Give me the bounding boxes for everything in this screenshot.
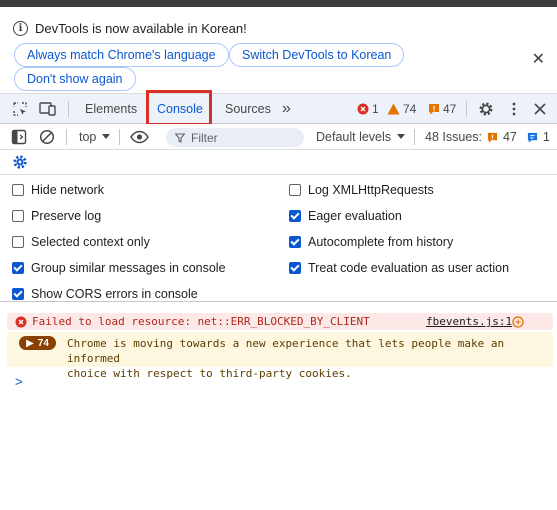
preserve-log-checkbox[interactable]: Preserve log <box>12 209 101 223</box>
tab-sources[interactable]: Sources <box>225 94 271 124</box>
checkbox-label: Group similar messages in console <box>31 261 226 275</box>
warning-message-line: Chrome is moving towards a new experienc… <box>67 337 505 365</box>
chevron-down-icon <box>102 134 111 139</box>
info-icon: i <box>13 21 28 36</box>
console-settings-panel: Hide network Preserve log Selected conte… <box>0 175 557 302</box>
issues-info-count: 1 <box>542 130 550 144</box>
checkbox[interactable] <box>12 184 24 196</box>
hide-network-checkbox[interactable]: Hide network <box>12 183 104 197</box>
checkbox-checked[interactable] <box>289 262 301 274</box>
console-input-area[interactable] <box>0 495 557 510</box>
warning-message-text: Chrome is moving towards a new experienc… <box>67 336 553 381</box>
console-settings-row <box>0 150 557 175</box>
sidebar-toggle-icon[interactable] <box>11 129 27 145</box>
issues-counter[interactable]: 47 <box>428 102 456 116</box>
infobar-close-icon[interactable]: ✕ <box>532 49 545 69</box>
switch-devtools-korean-button[interactable]: Switch DevTools to Korean <box>229 43 405 67</box>
console-warning-group[interactable]: ▶ 74 Chrome is moving towards a new expe… <box>7 332 553 380</box>
inspect-element-icon[interactable] <box>12 101 28 117</box>
filter-icon <box>175 132 185 143</box>
devtools-tabbar: Elements Console Sources » 1 74 47 <box>0 90 557 126</box>
checkbox-checked[interactable] <box>12 288 24 300</box>
live-expression-eye-icon[interactable] <box>130 129 149 145</box>
group-similar-checkbox[interactable]: Group similar messages in console <box>12 261 226 275</box>
info-message-icon <box>527 132 537 143</box>
log-xmlhttprequests-checkbox[interactable]: Log XMLHttpRequests <box>289 183 434 197</box>
console-error-message[interactable]: Failed to load resource: net::ERR_BLOCKE… <box>7 313 553 330</box>
console-toolbar: top Filter Default levels 48 Issues: 47 … <box>0 124 557 150</box>
clear-console-icon[interactable] <box>39 129 55 145</box>
issues-count: 47 <box>443 102 457 116</box>
warning-count: 74 <box>403 102 417 116</box>
chevron-down-icon <box>397 134 406 139</box>
more-tabs-icon[interactable]: » <box>282 94 291 124</box>
toolbar-divider <box>119 129 120 145</box>
checkbox-label: Preserve log <box>31 209 102 223</box>
console-filter-input[interactable]: Filter <box>166 128 304 147</box>
issues-label: 48 Issues: <box>425 130 482 144</box>
tabbar-divider <box>68 101 69 117</box>
checkbox-label: Log XMLHttpRequests <box>308 183 434 197</box>
dont-show-again-button[interactable]: Don't show again <box>14 67 136 91</box>
console-settings-gear-icon[interactable] <box>12 154 28 173</box>
checkbox-checked[interactable] <box>289 210 301 222</box>
checkbox-label: Show CORS errors in console <box>31 287 198 301</box>
issue-flag-icon <box>487 132 498 143</box>
show-cors-errors-checkbox[interactable]: Show CORS errors in console <box>12 287 198 301</box>
filter-placeholder: Filter <box>191 130 218 145</box>
console-prompt-chevron-icon[interactable]: > <box>15 374 23 389</box>
checkbox[interactable] <box>12 236 24 248</box>
checkbox-label: Eager evaluation <box>308 209 402 223</box>
checkbox-label: Selected context only <box>31 235 150 249</box>
language-infobar: i DevTools is now available in Korean! ✕… <box>0 7 557 94</box>
error-source-link[interactable]: fbevents.js:1 <box>426 315 512 328</box>
warning-icon <box>387 103 400 115</box>
warning-counter[interactable]: 74 <box>387 102 416 116</box>
checkbox[interactable] <box>12 210 24 222</box>
checkbox-label: Hide network <box>31 183 104 197</box>
error-icon <box>15 316 27 327</box>
checkbox-label: Autocomplete from history <box>308 235 454 249</box>
autocomplete-history-checkbox[interactable]: Autocomplete from history <box>289 235 453 249</box>
checkbox[interactable] <box>289 184 301 196</box>
expand-triangle-icon: ▶ <box>26 337 34 349</box>
tab-elements[interactable]: Elements <box>85 94 137 124</box>
close-devtools-icon[interactable] <box>532 101 548 117</box>
issue-flag-icon <box>429 104 439 115</box>
context-selector[interactable]: top <box>79 130 111 144</box>
window-top-bar <box>0 0 557 7</box>
error-message-text: Failed to load resource: net::ERR_BLOCKE… <box>32 315 370 328</box>
error-icon <box>357 103 369 115</box>
device-toolbar-icon[interactable] <box>39 101 56 117</box>
log-levels-dropdown[interactable]: Default levels <box>316 130 406 144</box>
checkbox-checked[interactable] <box>289 236 301 248</box>
issues-warn-count: 47 <box>502 130 517 144</box>
treat-code-evaluation-checkbox[interactable]: Treat code evaluation as user action <box>289 261 509 275</box>
checkbox-checked[interactable] <box>12 262 24 274</box>
checkbox-label: Treat code evaluation as user action <box>308 261 510 275</box>
tabbar-divider-2 <box>466 101 467 117</box>
error-count: 1 <box>372 102 379 116</box>
log-levels-label: Default levels <box>316 130 392 144</box>
warning-repeat-badge[interactable]: ▶ 74 <box>19 336 56 350</box>
infobar-message-row: i DevTools is now available in Korean! <box>13 21 247 36</box>
infobar-message: DevTools is now available in Korean! <box>35 21 247 36</box>
issues-link[interactable]: 48 Issues: 47 1 <box>425 130 550 144</box>
eager-evaluation-checkbox[interactable]: Eager evaluation <box>289 209 402 223</box>
blocked-request-icon[interactable] <box>512 315 524 328</box>
settings-gear-icon[interactable] <box>478 101 494 117</box>
console-tab-highlight <box>146 90 212 126</box>
error-counter[interactable]: 1 <box>357 102 379 116</box>
warning-repeat-count: 74 <box>37 337 49 349</box>
toolbar-divider <box>66 129 67 145</box>
more-options-icon[interactable] <box>506 101 522 117</box>
always-match-language-button[interactable]: Always match Chrome's language <box>14 43 229 67</box>
selected-context-only-checkbox[interactable]: Selected context only <box>12 235 150 249</box>
toolbar-divider <box>414 129 415 145</box>
warning-message-line: choice with respect to third-party cooki… <box>67 367 352 380</box>
context-selector-label: top <box>79 130 97 144</box>
